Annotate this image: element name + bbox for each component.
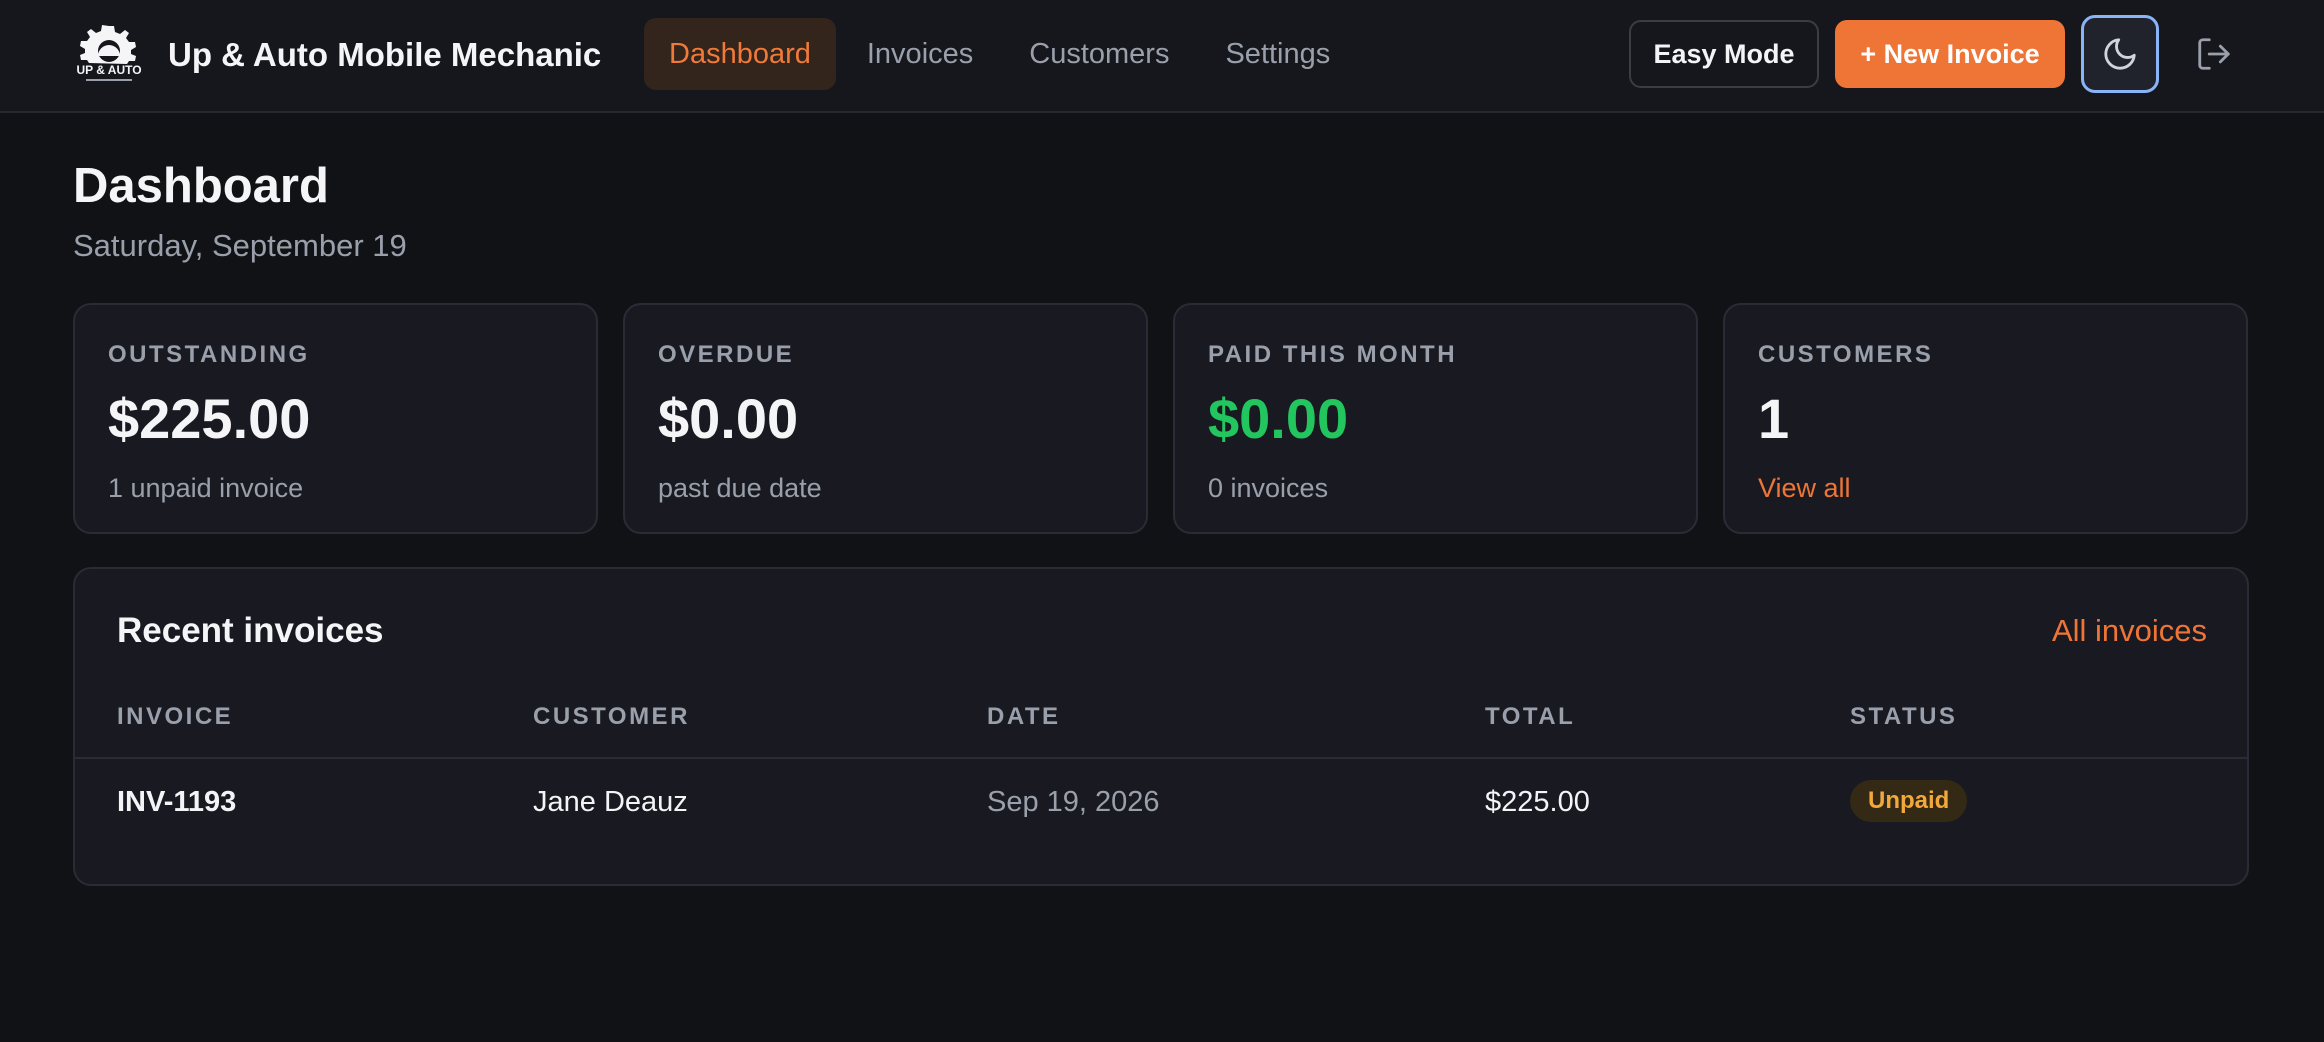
invoice-total: $225.00 [1485,786,1590,818]
stat-subtext: past due date [658,473,822,503]
view-all-customers-link[interactable]: View all [1758,473,2246,504]
logo-text: UP & AUTO [76,63,141,77]
invoice-date: Sep 19, 2026 [987,786,1160,818]
recent-invoices-panel: Recent invoices All invoices INVOICE CUS… [73,567,2249,886]
stat-value: $0.00 [1208,387,1349,450]
logout-icon [2198,38,2230,70]
easy-mode-button[interactable]: Easy Mode [1629,20,1819,88]
nav-customers[interactable]: Customers [1004,18,1194,90]
invoice-number[interactable]: INV-1193 [117,786,236,819]
all-invoices-link[interactable]: All invoices [2052,613,2207,649]
stat-subtext: 0 invoices [1208,473,1329,503]
recent-invoices-title: Recent invoices [117,611,384,650]
column-header-date: DATE [987,703,1061,730]
stat-card-overdue: OVERDUE $0.00 past due date [623,303,1148,534]
stat-card-customers: CUSTOMERS 1 View all [1723,303,2248,534]
stat-value: $0.00 [658,387,799,450]
stat-value: 1 [1758,387,1790,450]
stat-value: $225.00 [108,387,311,450]
app-name: Up & Auto Mobile Mechanic [168,36,602,73]
stat-label: OUTSTANDING [108,341,310,368]
nav-invoices[interactable]: Invoices [842,18,998,90]
new-invoice-button[interactable]: + New Invoice [1835,20,2065,88]
gear-logo-icon: UP & AUTO [76,25,142,81]
column-header-customer: CUSTOMER [533,703,690,730]
table-divider [75,757,2247,759]
stat-label: PAID THIS MONTH [1208,341,1458,368]
customer-name: Jane Deauz [533,786,688,818]
main-nav: Dashboard Invoices Customers Settings [644,18,1361,90]
moon-icon [2104,38,2136,70]
stat-card-paid-this-month: PAID THIS MONTH $0.00 0 invoices [1173,303,1698,534]
column-header-total: TOTAL [1485,703,1576,730]
logout-button[interactable] [2184,24,2244,84]
page-date: Saturday, September 19 [73,228,407,263]
nav-settings[interactable]: Settings [1200,18,1355,90]
column-header-invoice: INVOICE [117,703,234,730]
status-badge: Unpaid [1850,780,1968,822]
top-bar: UP & AUTO Up & Auto Mobile Mechanic Dash… [0,0,2324,113]
column-header-status: STATUS [1850,703,1958,730]
brand[interactable]: UP & AUTO Up & Auto Mobile Mechanic [72,20,601,90]
stat-subtext: 1 unpaid invoice [108,473,304,503]
stat-label: CUSTOMERS [1758,341,1934,368]
nav-dashboard[interactable]: Dashboard [644,18,836,90]
stat-label: OVERDUE [658,341,795,368]
theme-toggle-button[interactable] [2081,15,2159,93]
stat-card-outstanding: OUTSTANDING $225.00 1 unpaid invoice [73,303,598,534]
page-title: Dashboard [73,159,329,213]
